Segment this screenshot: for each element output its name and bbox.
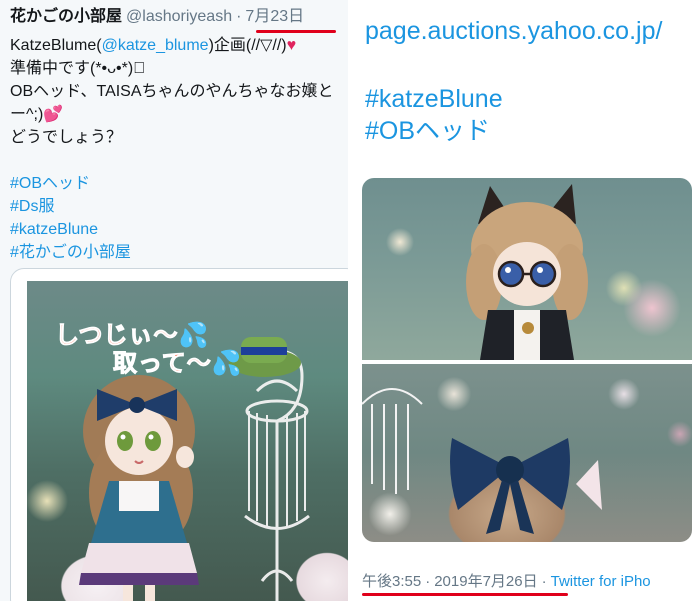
display-name[interactable]: 花かごの小部屋 xyxy=(10,8,122,25)
tweet-source-link[interactable]: Twitter for iPho xyxy=(551,573,651,590)
doll-closeup-photo[interactable] xyxy=(362,178,692,360)
media-card[interactable]: しつじぃ〜💦 取って〜💦 xyxy=(10,268,348,601)
doll-closeup-illustration xyxy=(466,184,588,360)
hashtag-link[interactable]: #OBヘッド xyxy=(365,114,490,148)
right-tweet-panel: page.auctions.yahoo.co.jp/ #katzeBlune #… xyxy=(362,0,697,601)
hair-bow-photo[interactable] xyxy=(362,364,692,542)
tweet-line-4-pre: ー^;) xyxy=(10,106,44,123)
tweet-line-5: どうでしょう？ xyxy=(10,129,123,146)
user-handle[interactable]: @lashoriyeash xyxy=(126,8,232,25)
left-tweet-panel: 花かごの小部屋 @lashoriyeash · 7月23日 KatzeBlume(@k… xyxy=(0,0,348,601)
tweet-line-1: KatzeBlume(@katze_blume)企画(//▽//)♥ xyxy=(10,34,346,57)
meta-separator: · xyxy=(425,573,431,590)
tweet-line-1-post: )企画(//▽//) xyxy=(208,37,287,54)
tweet-line-2: 準備中です(*•ᴗ•*)ﾞ xyxy=(10,60,146,77)
header-separator: · xyxy=(236,8,242,25)
hearts-emoji-icon: 💕 xyxy=(43,106,64,123)
meta-separator: · xyxy=(541,573,547,590)
hashtag-link[interactable]: #OBヘッド xyxy=(10,172,346,195)
doll-photo[interactable]: しつじぃ〜💦 取って〜💦 xyxy=(27,281,348,601)
mention-link[interactable]: @katze_blume xyxy=(102,37,209,54)
tweet-full-date[interactable]: 2019年7月26日 xyxy=(434,573,537,590)
date-underline-annotation xyxy=(256,30,336,33)
tweet-time[interactable]: 午後3:55 xyxy=(362,573,421,590)
hair-bow-illustration xyxy=(362,388,602,534)
date-underline-annotation xyxy=(362,593,568,596)
photo-caption-2: 取って〜💦 xyxy=(113,349,243,378)
hashtag-link[interactable]: #katzeBlune xyxy=(365,82,503,116)
tweet-text: KatzeBlume(@katze_blume)企画(//▽//)♥ 準備中です… xyxy=(10,34,346,264)
tweet-line-1-pre: KatzeBlume( xyxy=(10,37,102,54)
auction-link[interactable]: page.auctions.yahoo.co.jp/ xyxy=(365,14,662,48)
hashtag-link[interactable]: #Ds服 xyxy=(10,195,346,218)
heart-emoji-icon: ♥ xyxy=(286,37,297,54)
tweet-header: 花かごの小部屋 @lashoriyeash · 7月23日 xyxy=(10,6,304,28)
hashtag-link[interactable]: #花かごの小部屋 xyxy=(10,241,346,264)
tweet-line-3: OBヘッド、TAISAちゃんのやんちゃなお嬢と xyxy=(10,83,334,100)
tweet-line-4: ー^;)💕 xyxy=(10,103,346,126)
tweet-date[interactable]: 7月23日 xyxy=(245,8,304,25)
hashtag-link[interactable]: #katzeBlune xyxy=(10,218,346,241)
panel-divider xyxy=(348,0,362,601)
tweet-meta: 午後3:55 · 2019年7月26日 · Twitter for iPho xyxy=(362,572,651,592)
